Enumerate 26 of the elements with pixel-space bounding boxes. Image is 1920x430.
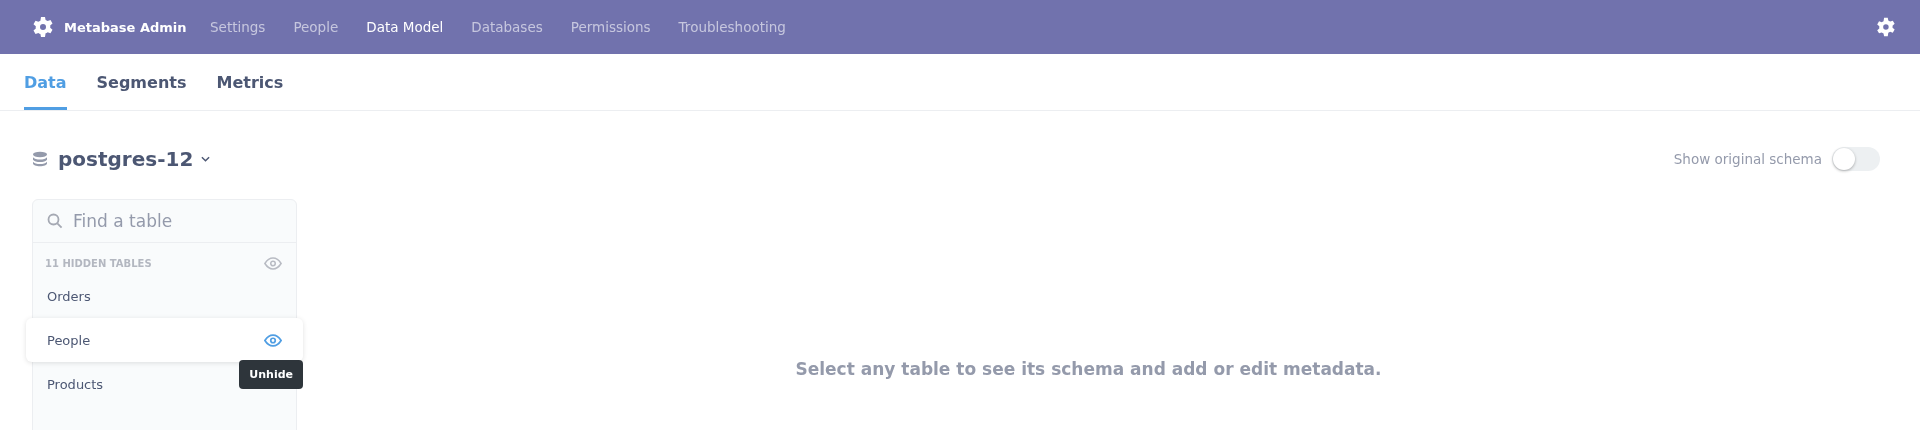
nav-link[interactable]: Settings: [210, 19, 266, 35]
tooltip: Unhide: [239, 360, 303, 389]
toggle-switch[interactable]: [1832, 147, 1880, 171]
search-icon: [47, 213, 63, 229]
database-icon: [32, 151, 48, 167]
table-list-item[interactable]: People: [26, 318, 303, 362]
tab[interactable]: Metrics: [216, 54, 284, 110]
nav-link[interactable]: Permissions: [570, 19, 651, 35]
tab[interactable]: Segments: [96, 54, 187, 110]
eye-icon[interactable]: [264, 333, 282, 347]
search-field[interactable]: Find a table: [71, 210, 275, 232]
database-picker[interactable]: postgres-12: [58, 147, 211, 171]
nav-link[interactable]: Data Model: [366, 19, 444, 35]
nav-link[interactable]: Databases: [471, 19, 543, 35]
empty-state-message: Select any table to see its schema and add or edit metadata.: [795, 359, 1382, 381]
brand-title: Metabase Admin: [64, 19, 187, 35]
settings-icon[interactable]: [1874, 15, 1896, 39]
chevron-down-icon: [201, 156, 211, 162]
section-label: 11 HIDDEN TABLES: [45, 258, 152, 269]
tab[interactable]: Data: [24, 54, 67, 110]
settings-icon: [30, 15, 54, 39]
table-list-item[interactable]: Orders: [33, 274, 296, 318]
eye-icon[interactable]: [264, 257, 282, 270]
toggle-label: Show original schema: [1673, 151, 1822, 167]
nav-link[interactable]: Troubleshooting: [678, 19, 786, 35]
nav-link[interactable]: People: [293, 19, 339, 35]
